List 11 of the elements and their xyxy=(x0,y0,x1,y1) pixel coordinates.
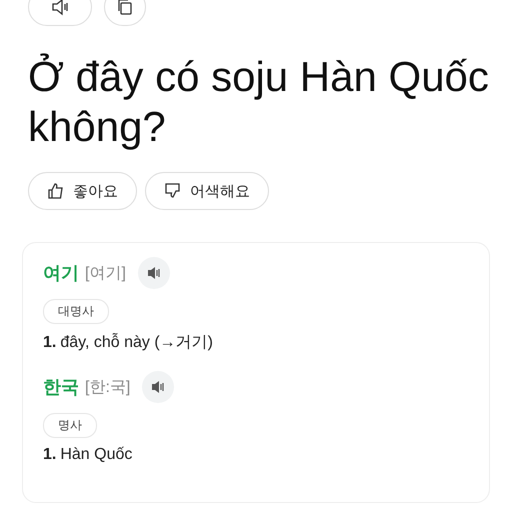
headword: 한국 xyxy=(43,376,79,399)
translated-sentence: Ở đây có soju Hàn Quốc không? xyxy=(28,52,490,152)
part-of-speech-tag: 대명사 xyxy=(43,299,109,324)
like-button[interactable]: 좋아요 xyxy=(28,172,137,210)
pronunciation: [여기] xyxy=(85,264,126,284)
dislike-button[interactable]: 어색해요 xyxy=(145,172,269,210)
definition: 1. Hàn Quốc xyxy=(43,446,134,464)
headword: 여기 xyxy=(43,262,79,285)
definition: 1. đây, chỗ này (→거기) xyxy=(43,332,214,353)
part-of-speech-tag: 명사 xyxy=(43,413,97,438)
pronunciation: [한:국] xyxy=(85,378,130,398)
